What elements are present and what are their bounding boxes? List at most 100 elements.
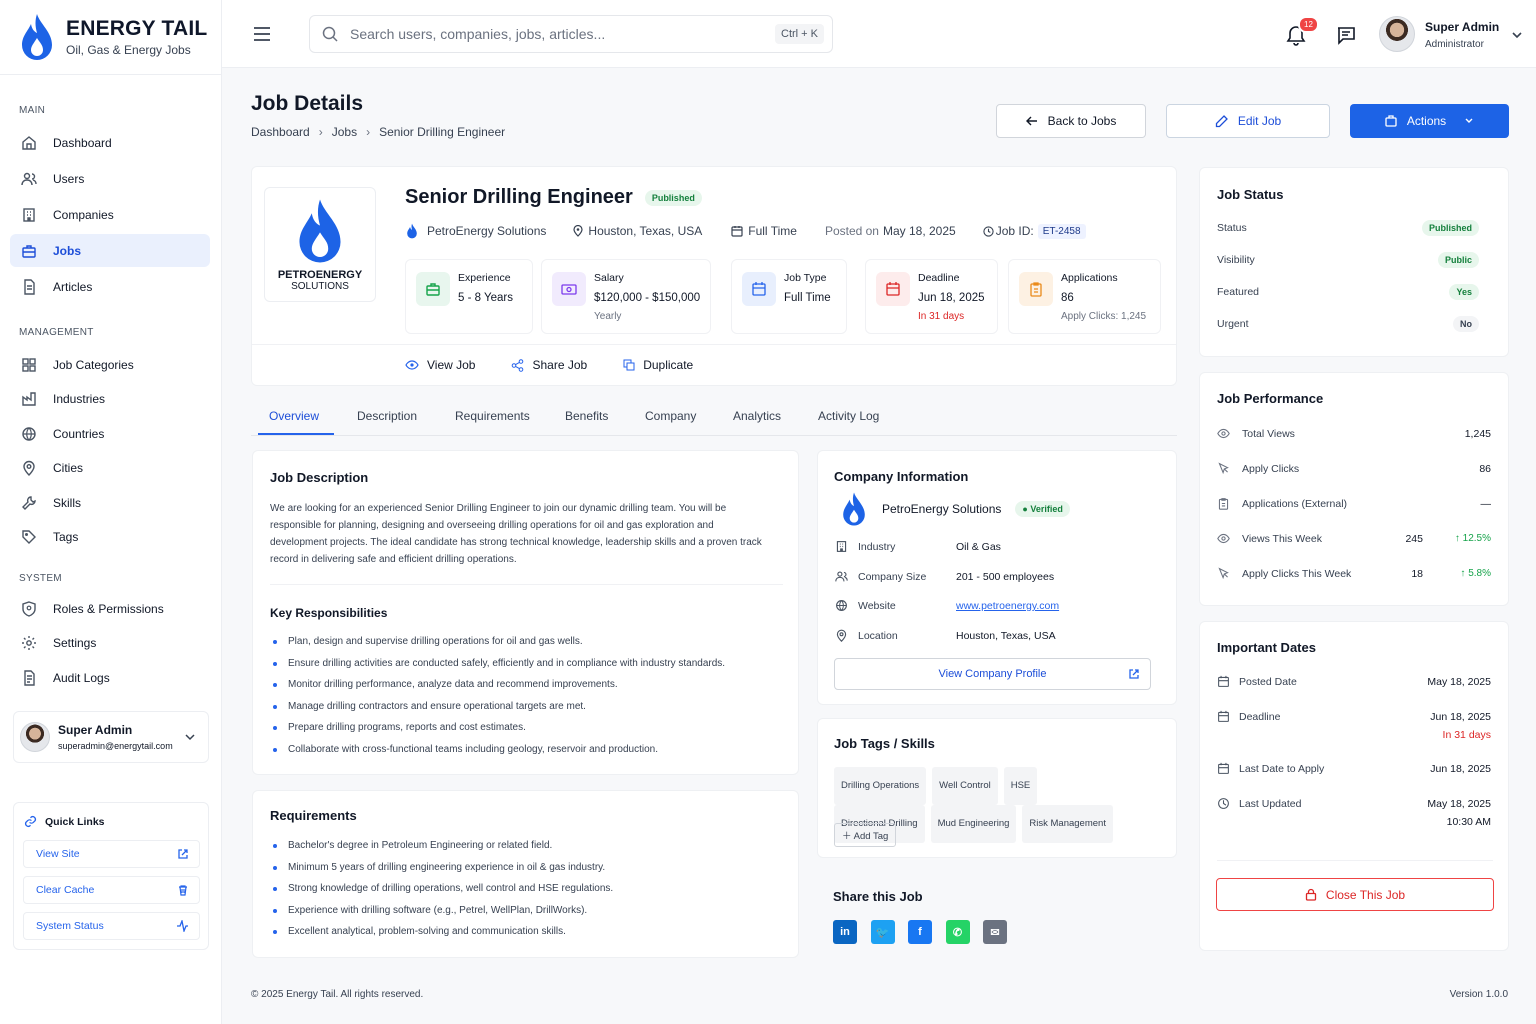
sidebar-user-card[interactable]: Super Admin superadmin@energytail.com xyxy=(13,711,209,763)
list-item: Minimum 5 years of drilling engineering … xyxy=(270,857,790,879)
quick-link-label: View Site xyxy=(36,848,80,860)
stat-value: 5 - 8 Years xyxy=(458,292,513,304)
sidebar-item-articles[interactable]: Articles xyxy=(10,270,210,303)
list-item: Ensure drilling activities are conducted… xyxy=(270,653,790,675)
performance-value: 18 xyxy=(1411,568,1423,580)
sidebar-item-industries[interactable]: Industries xyxy=(10,383,210,416)
job-tags-card: Job Tags / Skills Drilling Operations Wel… xyxy=(817,718,1177,858)
quick-link-system-status[interactable]: System Status xyxy=(23,912,200,940)
copy-icon xyxy=(623,359,635,371)
sidebar-item-dashboard[interactable]: Dashboard xyxy=(10,126,210,159)
hamburger-menu-icon[interactable] xyxy=(253,27,271,41)
sidebar-item-tags[interactable]: Tags xyxy=(10,521,210,554)
sidebar-item-cities[interactable]: Cities xyxy=(10,452,210,485)
skill-tag[interactable]: Drilling Operations xyxy=(834,767,927,805)
chevron-down-icon[interactable] xyxy=(184,731,196,743)
date-value: May 18, 2025 xyxy=(1427,676,1491,688)
actions-dropdown-button[interactable]: Actions xyxy=(1350,104,1509,138)
sidebar-item-users[interactable]: Users xyxy=(10,162,210,195)
date-label: Deadline xyxy=(1239,711,1281,723)
sidebar-user-email: superadmin@energytail.com xyxy=(58,741,173,751)
performance-value: 86 xyxy=(1479,463,1491,475)
quick-link-view-site[interactable]: View Site xyxy=(23,840,200,868)
page-title: Job Details xyxy=(251,92,364,115)
add-tag-button[interactable]: ＋ Add Tag xyxy=(834,823,897,847)
share-job-button[interactable]: Share Job xyxy=(511,358,587,372)
status-badge: Published xyxy=(1421,220,1479,236)
sidebar-item-label: Companies xyxy=(53,207,114,222)
sidebar-item-audit-logs[interactable]: Audit Logs xyxy=(10,661,210,694)
company-row-location: Location Houston, Texas, USA xyxy=(835,629,1155,645)
breadcrumb-dashboard[interactable]: Dashboard xyxy=(251,125,310,139)
global-search[interactable]: Search users, companies, jobs, articles.… xyxy=(309,15,833,53)
clipboard-icon xyxy=(1030,282,1042,297)
search-input[interactable]: Search users, companies, jobs, articles.… xyxy=(350,26,605,42)
skill-tag[interactable]: HSE xyxy=(1003,767,1038,805)
stat-label: Deadline xyxy=(918,272,960,284)
tab-requirements[interactable]: Requirements xyxy=(455,409,530,423)
tab-analytics[interactable]: Analytics xyxy=(733,409,781,423)
performance-value: 1,245 xyxy=(1464,428,1491,440)
skill-tag[interactable]: Mud Engineering xyxy=(930,805,1017,843)
sidebar-item-label: Skills xyxy=(53,495,82,510)
quick-link-label: Clear Cache xyxy=(36,884,95,896)
tab-description[interactable]: Description xyxy=(357,409,417,423)
sidebar-item-companies[interactable]: Companies xyxy=(10,198,210,231)
map-pin-icon xyxy=(23,460,35,476)
whatsapp-icon[interactable]: ✆ xyxy=(945,920,970,944)
calendar-icon xyxy=(1218,762,1229,774)
performance-label: Apply Clicks This Week xyxy=(1242,568,1352,580)
cursor-icon xyxy=(1218,462,1229,475)
tab-company[interactable]: Company xyxy=(645,409,696,423)
view-company-profile-button[interactable]: View Company Profile xyxy=(834,658,1151,690)
tab-activity-log[interactable]: Activity Log xyxy=(818,409,879,423)
company-row-value: Oil & Gas xyxy=(956,541,1001,553)
status-badge: Public xyxy=(1437,252,1479,268)
sidebar-item-job-categories[interactable]: Job Categories xyxy=(10,348,210,381)
sidebar-item-roles-permissions[interactable]: Roles & Permissions xyxy=(10,592,210,625)
date-sub: In 31 days xyxy=(1442,729,1491,741)
stat-icon-box xyxy=(742,272,776,306)
sidebar-item-settings[interactable]: Settings xyxy=(10,627,210,660)
tab-benefits[interactable]: Benefits xyxy=(565,409,608,423)
sidebar-item-label: Settings xyxy=(53,636,97,650)
company-row-value[interactable]: www.petroenergy.com xyxy=(956,600,1059,612)
topbar-avatar[interactable] xyxy=(1379,16,1415,52)
back-to-jobs-button[interactable]: Back to Jobs xyxy=(996,104,1146,138)
messages-icon[interactable] xyxy=(1336,25,1356,45)
close-job-button[interactable]: Close This Job xyxy=(1216,878,1494,911)
job-title: Senior Drilling Engineer xyxy=(405,186,633,208)
quick-link-clear-cache[interactable]: Clear Cache xyxy=(23,876,200,904)
edit-job-button[interactable]: Edit Job xyxy=(1166,104,1330,138)
list-item: Plan, design and supervise drilling oper… xyxy=(270,631,790,653)
skill-tag[interactable]: Risk Management xyxy=(1022,805,1113,843)
map-pin-icon xyxy=(836,629,847,642)
brand-logo[interactable]: ENERGY TAIL Oil, Gas & Energy Jobs xyxy=(0,0,221,75)
view-job-button[interactable]: View Job xyxy=(405,358,475,372)
company-logo-line2: SOLUTIONS xyxy=(291,281,349,292)
topbar-user[interactable]: Super Admin Administrator xyxy=(1425,20,1499,50)
sidebar-item-countries[interactable]: Countries xyxy=(10,417,210,450)
facebook-icon[interactable]: f xyxy=(908,920,932,944)
posted-prefix: Posted on xyxy=(824,224,879,238)
date-value: Jun 18, 2025 xyxy=(1430,711,1491,723)
log-icon xyxy=(24,669,35,686)
job-company[interactable]: PetroEnergy Solutions xyxy=(427,224,546,238)
chevron-down-icon[interactable] xyxy=(1511,29,1523,41)
duplicate-button[interactable]: Duplicate xyxy=(623,358,693,372)
twitter-icon[interactable]: 🐦 xyxy=(870,920,895,944)
email-icon[interactable]: ✉ xyxy=(983,920,1007,944)
linkedin-icon[interactable]: in xyxy=(833,920,857,944)
status-label: Status xyxy=(1217,222,1247,234)
breadcrumb-jobs[interactable]: Jobs xyxy=(332,125,357,139)
list-item: Collaborate with cross-functional teams … xyxy=(270,739,790,761)
company-name[interactable]: PetroEnergy Solutions xyxy=(882,502,1001,516)
share-icon xyxy=(512,358,524,372)
skill-tag[interactable]: Well Control xyxy=(932,767,998,805)
tab-overview[interactable]: Overview xyxy=(269,409,319,423)
notifications-button[interactable]: 12 xyxy=(1286,16,1319,46)
verified-label: Verified xyxy=(1030,504,1063,514)
sidebar-item-jobs[interactable]: Jobs xyxy=(10,234,210,267)
sidebar-item-skills[interactable]: Skills xyxy=(10,486,210,519)
sidebar-item-label: Audit Logs xyxy=(53,670,110,685)
